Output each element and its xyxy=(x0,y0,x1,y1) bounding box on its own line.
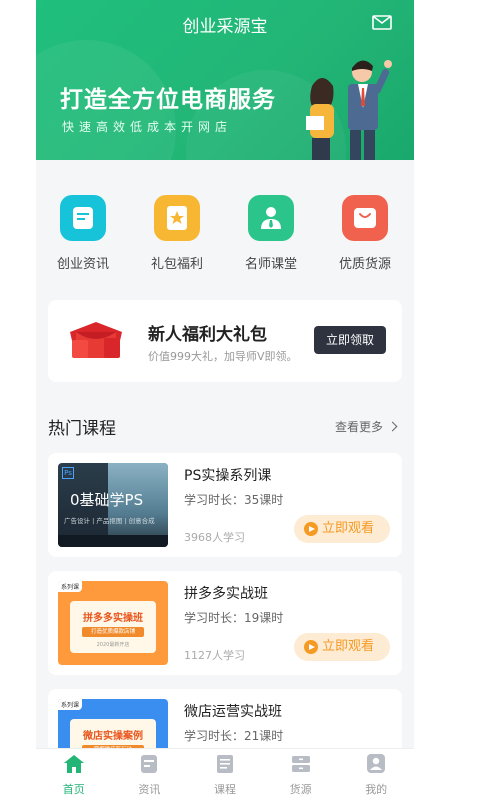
quick-nav: 创业资讯 礼包福利 名师课堂 优质货源 xyxy=(36,175,414,285)
news-icon xyxy=(60,195,106,241)
warehouse-icon xyxy=(291,756,310,772)
course-name: PS实操系列课 xyxy=(184,468,272,484)
bottom-tab-bar: 首页 资讯 课程 货源 我的 xyxy=(36,748,414,800)
course-learners: 3968人学习 xyxy=(184,531,245,544)
quick-nav-news[interactable]: 创业资讯 xyxy=(36,195,130,272)
course-name: 微店运营实战班 xyxy=(184,704,282,720)
quick-nav-label: 创业资讯 xyxy=(56,257,109,272)
tab-news[interactable]: 资讯 xyxy=(112,754,188,797)
course-card[interactable]: Ps 0基础学PS 广告设计 | 产品抠图 | 创意合成 PS实操系列课 学习时… xyxy=(48,453,402,557)
watch-now-button[interactable]: 立即观看 xyxy=(294,633,390,661)
gift-subtitle: 价值999大礼，加导师V即领。 xyxy=(148,350,298,363)
course-duration: 学习时长：19课时 xyxy=(184,611,284,625)
tab-label: 课程 xyxy=(213,783,236,796)
app-title: 创业采源宝 xyxy=(182,17,268,37)
thumbnail-footer: 2020最新开店 xyxy=(96,642,130,648)
see-more-link[interactable]: 查看更多 xyxy=(334,418,398,435)
home-icon xyxy=(63,755,84,773)
chevron-right-icon xyxy=(387,421,398,432)
thumbnail-bar xyxy=(58,535,168,547)
course-learners: 1127人学习 xyxy=(184,649,245,662)
new-user-gift-card[interactable]: 新人福利大礼包 价值999大礼，加导师V即领。 立即领取 xyxy=(48,300,402,382)
header-banner[interactable]: 创业采源宝 打造全方位电商服务 快速高效低成本开网店 xyxy=(36,0,414,160)
tab-home[interactable]: 首页 xyxy=(36,754,112,797)
thumbnail-title: 拼多多实操班 xyxy=(83,613,143,624)
quick-nav-label: 优质货源 xyxy=(338,257,391,272)
thumbnail-card: 拼多多实操班 打造优质爆款店铺 2020最新开店 xyxy=(70,601,156,653)
quick-nav-label: 礼包福利 xyxy=(150,257,203,272)
red-envelope-icon xyxy=(70,322,122,358)
shop-bag-icon xyxy=(342,195,388,241)
tab-label: 我的 xyxy=(365,783,388,796)
banner-subtitle: 快速高效低成本开网店 xyxy=(62,120,233,134)
tab-label: 资讯 xyxy=(138,783,161,796)
play-icon xyxy=(304,522,318,536)
course-thumbnail: Ps 0基础学PS 广告设计 | 产品抠图 | 创意合成 xyxy=(58,463,168,547)
thumbnail-pill: 打造优质爆款店铺 xyxy=(82,627,144,637)
mail-icon[interactable] xyxy=(372,15,392,30)
play-icon xyxy=(304,640,318,654)
course-name: 拼多多实战班 xyxy=(184,586,268,602)
tab-label: 货源 xyxy=(289,783,312,796)
ps-logo-icon: Ps xyxy=(62,467,74,479)
section-title: 热门课程 xyxy=(48,419,116,439)
banner-title: 打造全方位电商服务 xyxy=(60,87,276,113)
thumbnail-title: 微店实操案例 xyxy=(83,731,143,742)
watch-now-button[interactable]: 立即观看 xyxy=(294,515,390,543)
gift-title: 新人福利大礼包 xyxy=(148,325,267,345)
watch-now-label: 立即观看 xyxy=(322,639,375,654)
series-tag: 系列课 xyxy=(58,699,83,710)
teacher-icon xyxy=(248,195,294,241)
course-icon xyxy=(216,755,233,773)
tab-course[interactable]: 课程 xyxy=(187,754,263,797)
tab-supply[interactable]: 货源 xyxy=(263,754,339,797)
app-screen: 创业采源宝 打造全方位电商服务 快速高效低成本开网店 创业资讯 礼包福利 名师课… xyxy=(36,0,414,800)
quick-nav-label: 名师课堂 xyxy=(244,257,297,272)
see-more-label: 查看更多 xyxy=(334,420,383,434)
tab-profile[interactable]: 我的 xyxy=(338,754,414,797)
thumbnail-caption: 广告设计 | 产品抠图 | 创意合成 xyxy=(64,517,155,525)
profile-icon xyxy=(367,754,386,773)
watch-now-label: 立即观看 xyxy=(322,521,375,536)
course-duration: 学习时长：35课时 xyxy=(184,493,284,507)
quick-nav-gift[interactable]: 礼包福利 xyxy=(130,195,224,272)
news-tab-icon xyxy=(141,755,158,773)
quick-nav-supply[interactable]: 优质货源 xyxy=(318,195,412,272)
course-duration: 学习时长：21课时 xyxy=(184,729,284,743)
thumbnail-title: 0基础学PS xyxy=(70,491,144,509)
course-card[interactable]: 系列课 拼多多实操班 打造优质爆款店铺 2020最新开店 拼多多实战班 学习时长… xyxy=(48,571,402,675)
series-tag: 系列课 xyxy=(58,581,83,592)
claim-gift-button[interactable]: 立即领取 xyxy=(314,326,386,354)
gift-star-icon xyxy=(154,195,200,241)
quick-nav-teacher[interactable]: 名师课堂 xyxy=(224,195,318,272)
course-thumbnail: 系列课 拼多多实操班 打造优质爆款店铺 2020最新开店 xyxy=(58,581,168,665)
business-people-illustration xyxy=(306,60,392,160)
tab-label: 首页 xyxy=(62,783,85,796)
